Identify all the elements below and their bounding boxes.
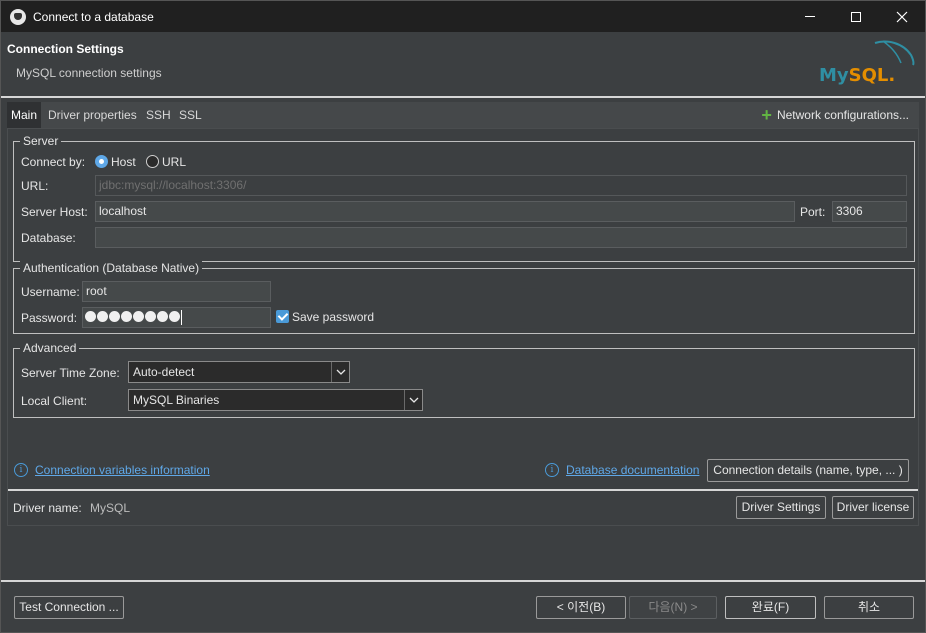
local-client-value: MySQL Binaries	[133, 393, 220, 407]
server-group: Server Connect by: Host URL URL: jdbc:my…	[13, 134, 915, 262]
main-panel: Server Connect by: Host URL URL: jdbc:my…	[7, 128, 919, 526]
wizard-header: Connection Settings MySQL connection set…	[1, 32, 925, 96]
username-label: Username:	[21, 285, 80, 299]
save-password-checkbox[interactable]	[276, 310, 289, 323]
tab-bar: Main Driver properties SSH SSL + Network …	[7, 102, 919, 128]
server-host-field[interactable]: localhost	[95, 201, 795, 222]
advanced-group: Advanced Server Time Zone: Auto-detect L…	[13, 341, 915, 418]
header-divider	[1, 96, 925, 98]
cancel-button[interactable]: 취소	[824, 596, 914, 619]
server-host-label: Server Host:	[21, 205, 88, 219]
connection-details-button[interactable]: Connection details (name, type, ... )	[707, 459, 909, 482]
dropdown-arrow	[404, 390, 422, 410]
save-password-label[interactable]: Save password	[292, 310, 374, 324]
driver-settings-button[interactable]: Driver Settings	[736, 496, 826, 519]
password-field[interactable]	[82, 307, 271, 328]
host-radio-label[interactable]: Host	[111, 155, 136, 169]
tab-driver-properties[interactable]: Driver properties	[48, 102, 137, 128]
port-label: Port:	[800, 205, 826, 219]
password-dot	[145, 311, 156, 322]
password-dot	[109, 311, 120, 322]
network-configurations-button[interactable]: + Network configurations...	[761, 102, 909, 128]
minimize-icon	[805, 16, 815, 17]
password-mask	[85, 311, 180, 322]
maximize-button[interactable]	[833, 1, 879, 32]
page-subtitle: MySQL connection settings	[16, 66, 162, 80]
connection-variables-link[interactable]: Connection variables information	[35, 463, 210, 477]
password-dot	[133, 311, 144, 322]
window-title: Connect to a database	[33, 9, 154, 24]
tab-ssh[interactable]: SSH	[146, 102, 171, 128]
database-field[interactable]	[95, 227, 907, 248]
authentication-group: Authentication (Database Native) Usernam…	[13, 261, 915, 334]
database-documentation-link[interactable]: Database documentation	[566, 463, 699, 477]
advanced-legend: Advanced	[20, 341, 80, 355]
local-client-select[interactable]: MySQL Binaries	[128, 389, 423, 411]
chevron-down-icon	[336, 369, 345, 375]
chevron-down-icon	[409, 397, 418, 403]
database-label: Database:	[21, 231, 76, 245]
server-timezone-select[interactable]: Auto-detect	[128, 361, 350, 383]
page-title: Connection Settings	[7, 42, 124, 56]
plus-icon: +	[761, 105, 772, 125]
authentication-legend: Authentication (Database Native)	[20, 261, 203, 275]
password-dot	[121, 311, 132, 322]
password-dot	[97, 311, 108, 322]
info-icon: i	[545, 463, 559, 477]
mysql-logo: MySQL.	[817, 37, 917, 89]
close-button[interactable]	[879, 1, 925, 32]
dropdown-arrow	[331, 362, 349, 382]
driver-name-value: MySQL	[90, 501, 131, 515]
connect-by-label: Connect by:	[21, 155, 86, 169]
password-dot	[157, 311, 168, 322]
info-icon: i	[14, 463, 28, 477]
username-field[interactable]: root	[82, 281, 271, 302]
mysql-dolphin-icon	[874, 40, 915, 66]
dbeaver-app-icon	[10, 8, 26, 25]
test-connection-button[interactable]: Test Connection ...	[14, 596, 124, 619]
dialog-window: Connect to a database Connection Setting…	[0, 0, 926, 633]
driver-name-label: Driver name:	[13, 501, 82, 515]
panel-divider	[8, 489, 918, 491]
url-radio-label[interactable]: URL	[162, 155, 186, 169]
local-client-label: Local Client:	[21, 394, 88, 408]
url-field[interactable]: jdbc:mysql://localhost:3306/	[95, 175, 907, 196]
server-timezone-label: Server Time Zone:	[21, 366, 120, 380]
network-configurations-label: Network configurations...	[776, 108, 909, 122]
password-dot	[169, 311, 180, 322]
url-label: URL:	[21, 179, 49, 193]
title-bar: Connect to a database	[1, 1, 925, 32]
driver-license-button[interactable]: Driver license	[832, 496, 914, 519]
tab-ssl[interactable]: SSL	[179, 102, 202, 128]
server-timezone-value: Auto-detect	[133, 365, 195, 379]
maximize-icon	[851, 11, 861, 22]
url-radio[interactable]	[146, 155, 159, 168]
back-button[interactable]: < 이전(B)	[536, 596, 626, 619]
server-legend: Server	[20, 134, 62, 148]
text-caret	[181, 310, 182, 325]
next-button[interactable]: 다음(N) >	[629, 596, 717, 619]
finish-button[interactable]: 완료(F)	[725, 596, 816, 619]
mysql-logo-text: MySQL.	[819, 65, 896, 86]
minimize-button[interactable]	[787, 1, 833, 32]
password-label: Password:	[21, 311, 78, 325]
footer-divider	[1, 580, 925, 582]
host-radio[interactable]	[95, 155, 108, 168]
close-icon	[896, 11, 908, 22]
tab-main[interactable]: Main	[7, 102, 42, 128]
port-field[interactable]: 3306	[832, 201, 907, 222]
password-dot	[85, 311, 96, 322]
